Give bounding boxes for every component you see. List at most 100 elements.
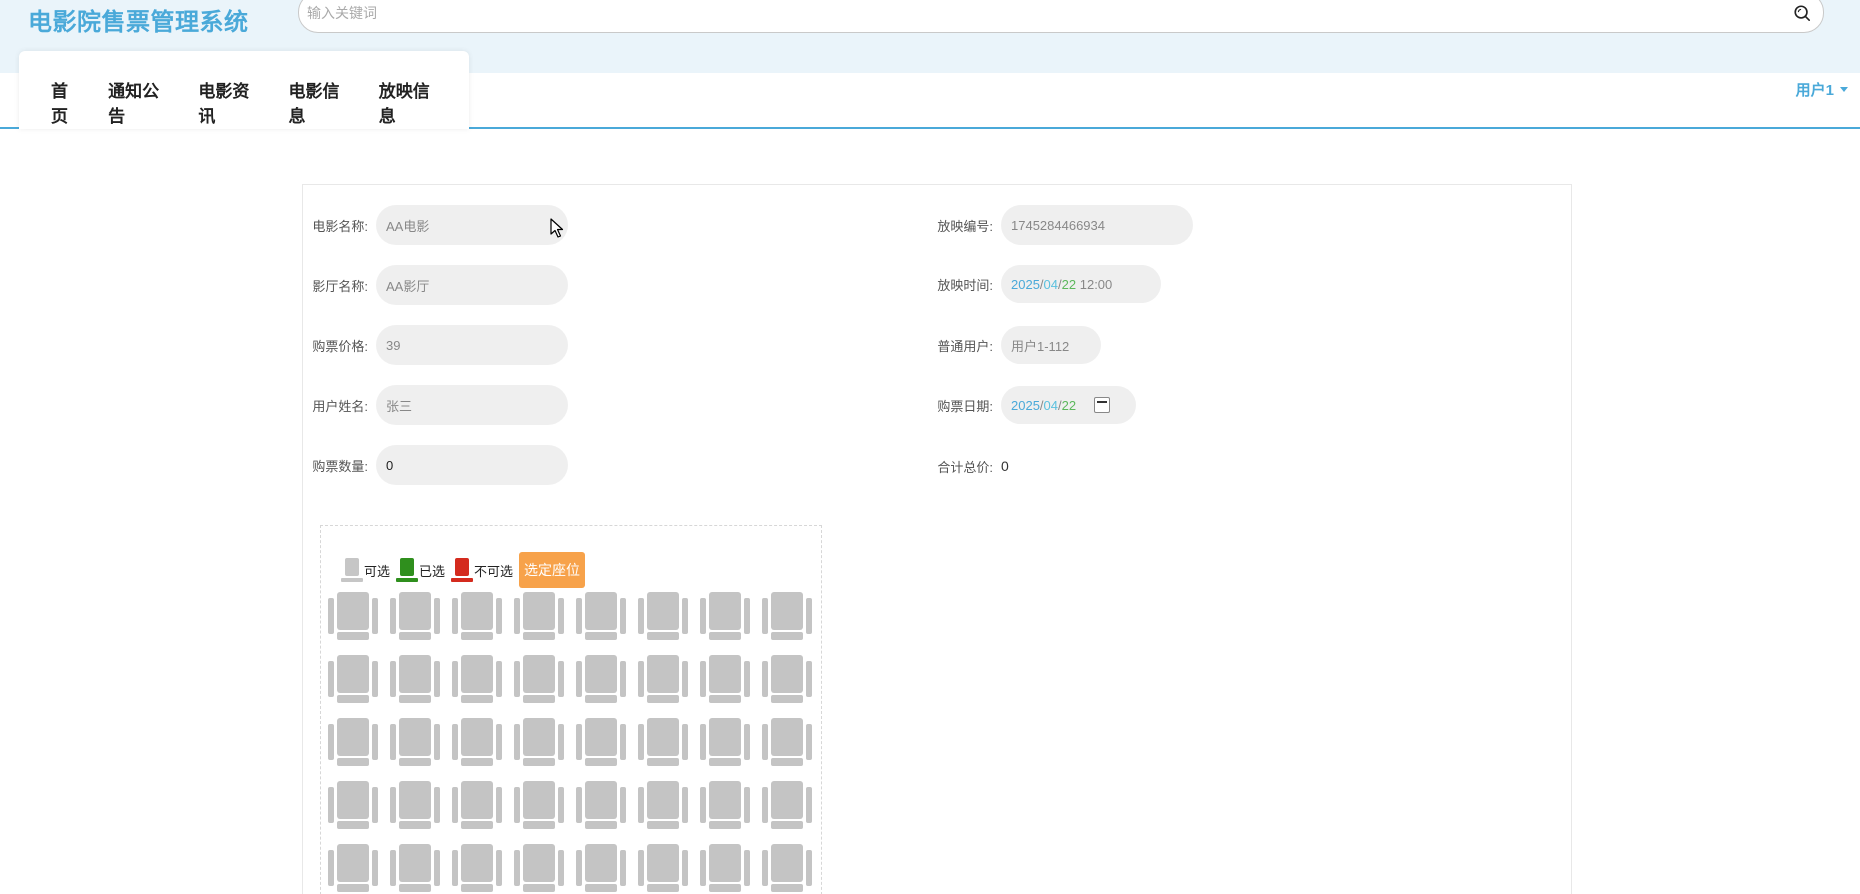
seat[interactable]	[638, 781, 688, 829]
seat[interactable]	[390, 655, 440, 703]
seat[interactable]	[700, 718, 750, 766]
seat-part	[399, 884, 431, 892]
seat-part	[576, 598, 582, 634]
seat[interactable]	[452, 718, 502, 766]
seat[interactable]	[700, 844, 750, 892]
seat-part	[700, 598, 706, 634]
seat-part	[762, 598, 768, 634]
seat-part	[647, 695, 679, 703]
nav-item-home[interactable]: 首页	[51, 77, 84, 127]
screening-time-input[interactable]: 2025/04/22 12:00	[1001, 265, 1161, 303]
seat-part	[372, 787, 378, 823]
seat[interactable]	[514, 844, 564, 892]
seat[interactable]	[514, 592, 564, 640]
seat-part	[771, 592, 803, 630]
user-name-input[interactable]: 张三	[376, 385, 568, 425]
field-screening-time: 放映时间: 2025/04/22 12:00	[861, 265, 1161, 303]
seat[interactable]	[390, 718, 440, 766]
seat-part	[523, 781, 555, 819]
nav-item-notices[interactable]: 通知公告	[108, 77, 174, 127]
seat[interactable]	[638, 718, 688, 766]
seat[interactable]	[762, 592, 812, 640]
seat[interactable]	[700, 655, 750, 703]
seat[interactable]	[452, 655, 502, 703]
seat-part	[523, 884, 555, 892]
seat-part	[523, 655, 555, 693]
seat[interactable]	[700, 781, 750, 829]
seat-part	[461, 758, 493, 766]
seat-part	[682, 787, 688, 823]
seat[interactable]	[328, 844, 378, 892]
seat[interactable]	[638, 844, 688, 892]
label-movie-name: 电影名称:	[312, 218, 368, 234]
seat-part	[647, 758, 679, 766]
seat[interactable]	[762, 844, 812, 892]
seat-part	[638, 850, 644, 886]
seat-part	[496, 661, 502, 697]
field-screening-no: 放映编号: 1745284466934	[861, 205, 1193, 245]
seat[interactable]	[328, 655, 378, 703]
seat[interactable]	[328, 781, 378, 829]
field-hall-name: 影厅名称: AA影厅	[236, 265, 568, 305]
seat[interactable]	[576, 718, 626, 766]
seat[interactable]	[514, 655, 564, 703]
seat-part	[806, 661, 812, 697]
seat-part	[337, 632, 369, 640]
seat[interactable]	[700, 592, 750, 640]
seat[interactable]	[328, 718, 378, 766]
seat-part	[558, 724, 564, 760]
seat[interactable]	[328, 592, 378, 640]
seat[interactable]	[576, 592, 626, 640]
seat[interactable]	[762, 718, 812, 766]
search-icon[interactable]	[1793, 4, 1811, 22]
seat[interactable]	[762, 781, 812, 829]
seat[interactable]	[514, 781, 564, 829]
seat-part	[647, 632, 679, 640]
seat[interactable]	[762, 655, 812, 703]
seat[interactable]	[390, 781, 440, 829]
seat[interactable]	[390, 844, 440, 892]
seat-part	[514, 598, 520, 634]
search-input[interactable]	[307, 1, 1707, 25]
seat-part	[337, 821, 369, 829]
seat[interactable]	[452, 781, 502, 829]
seat-available-icon	[341, 558, 363, 582]
purchase-date-input[interactable]: 2025/04/22	[1001, 386, 1136, 424]
user-account-input[interactable]: 用户1-112	[1001, 326, 1101, 364]
seat[interactable]	[576, 655, 626, 703]
nav-item-movies[interactable]: 电影信息	[289, 77, 355, 127]
seat-part	[523, 592, 555, 630]
seat[interactable]	[452, 592, 502, 640]
seat-part	[496, 598, 502, 634]
seat-part	[620, 850, 626, 886]
seat-part	[806, 724, 812, 760]
screening-no-input[interactable]: 1745284466934	[1001, 205, 1193, 245]
movie-name-input[interactable]: AA电影	[376, 205, 568, 245]
label-screening-time: 放映时间:	[937, 277, 993, 293]
seat[interactable]	[452, 844, 502, 892]
seat[interactable]	[576, 844, 626, 892]
seat-part	[523, 632, 555, 640]
quantity-input[interactable]: 0	[376, 445, 568, 485]
screening-day: 22	[1061, 276, 1077, 292]
user-menu[interactable]: 用户1	[1796, 79, 1848, 100]
nav-item-screenings[interactable]: 放映信息	[379, 77, 445, 127]
price-input[interactable]: 39	[376, 325, 568, 365]
hall-name-input[interactable]: AA影厅	[376, 265, 568, 305]
calendar-icon[interactable]	[1094, 397, 1111, 413]
seat-part	[709, 844, 741, 882]
seat[interactable]	[514, 718, 564, 766]
choose-seat-button[interactable]: 选定座位	[519, 552, 586, 588]
seat-part	[390, 661, 396, 697]
seat[interactable]	[390, 592, 440, 640]
seat-part	[558, 598, 564, 634]
nav-item-news[interactable]: 电影资讯	[198, 77, 264, 127]
seat-part	[390, 787, 396, 823]
purchase-month: 04	[1043, 397, 1059, 413]
seat-part	[647, 592, 679, 630]
seat[interactable]	[576, 781, 626, 829]
seat-part	[709, 592, 741, 630]
seat[interactable]	[638, 592, 688, 640]
seat-part	[337, 695, 369, 703]
seat[interactable]	[638, 655, 688, 703]
